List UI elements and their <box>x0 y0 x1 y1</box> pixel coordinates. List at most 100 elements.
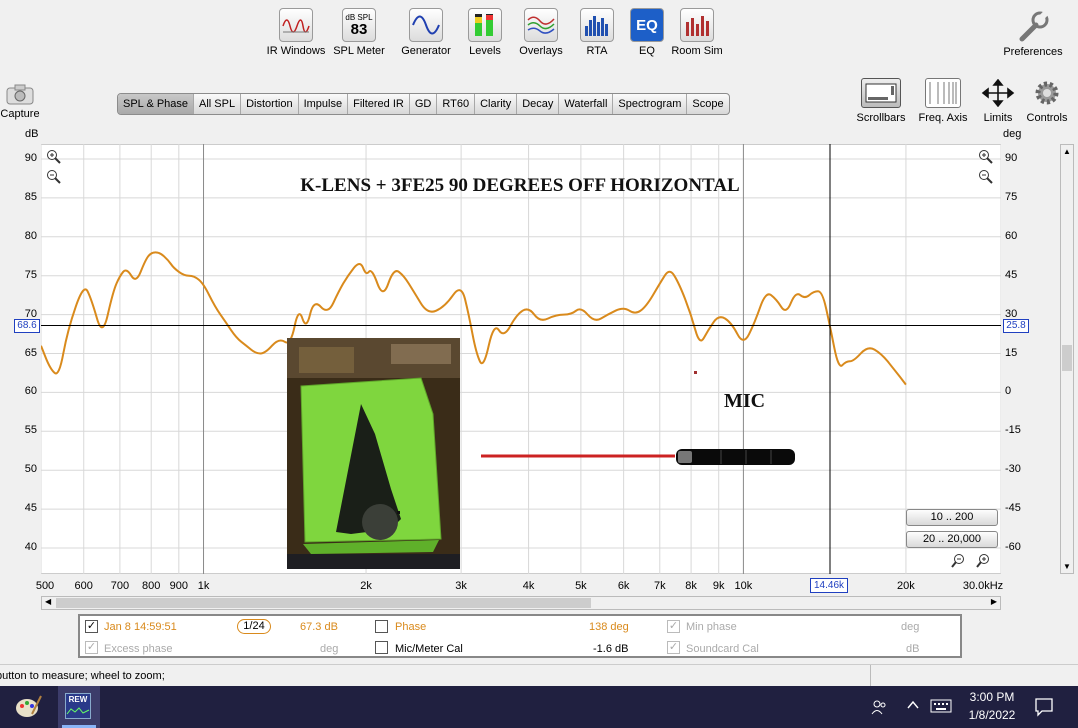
tab-decay[interactable]: Decay <box>517 94 560 114</box>
left-tick-label: 55 <box>24 424 37 437</box>
cursor-right-readout: 25.8 <box>1003 319 1029 333</box>
scroll-right-icon[interactable]: ▶ <box>991 597 997 606</box>
min-phase-checkbox[interactable]: ✓ <box>667 620 680 633</box>
levels-icon <box>468 8 502 42</box>
tab-scope[interactable]: Scope <box>687 94 728 114</box>
mic-meter-cal-value: -1.6 dB <box>593 643 629 655</box>
tab-all-spl[interactable]: All SPL <box>194 94 242 114</box>
soundcard-cal-unit: dB <box>906 643 920 655</box>
soundcard-cal-checkbox[interactable]: ✓ <box>667 641 680 654</box>
people-icon[interactable] <box>870 698 888 719</box>
notification-icon[interactable] <box>1034 697 1054 720</box>
controls-button[interactable]: Controls <box>1024 78 1070 124</box>
soundcard-cal-label: Soundcard Cal <box>686 643 759 655</box>
right-axis-unit: deg <box>1003 128 1022 140</box>
tab-gd[interactable]: GD <box>410 94 438 114</box>
vertical-scrollbar[interactable]: ▲ ▼ <box>1060 144 1074 574</box>
cursor-freq-readout: 14.46k <box>810 578 848 593</box>
tab-filtered-ir[interactable]: Filtered IR <box>348 94 410 114</box>
phase-label: Phase <box>395 621 427 633</box>
x-tick-label: 900 <box>169 580 188 592</box>
paint-app-icon[interactable] <box>14 694 42 723</box>
camera-icon <box>0 80 40 108</box>
right-tick-label: 45 <box>1005 268 1018 281</box>
left-tick-label: 60 <box>24 385 37 398</box>
excess-phase-checkbox[interactable]: ✓ <box>85 641 98 654</box>
mic-meter-cal-label: Mic/Meter Cal <box>395 643 463 655</box>
horizontal-scroll-thumb[interactable] <box>56 598 591 608</box>
cursor-left-readout: 68.6 <box>14 319 40 333</box>
spl-meter-button[interactable]: dB SPL 83 SPL Meter <box>324 6 394 57</box>
limits-label: Limits <box>983 112 1013 124</box>
left-tick-label: 45 <box>24 502 37 515</box>
legend-panel: ✓ Jan 8 14:59:51 1/24 67.3 dB Phase 138 … <box>78 614 962 658</box>
room-sim-button[interactable]: Room Sim <box>662 6 732 57</box>
scroll-down-icon[interactable]: ▼ <box>1063 562 1071 571</box>
measurement-checkbox[interactable]: ✓ <box>85 620 98 633</box>
freq-axis-label: Freq. Axis <box>918 112 968 124</box>
x-tick-label: 8k <box>685 580 697 592</box>
left-tick-label: 85 <box>24 190 37 203</box>
right-tick-label: -30 <box>1005 463 1021 476</box>
spl-graph[interactable]: K-LENS + 3FE25 90 DEGREES OFF HORIZONTAL… <box>41 144 1001 574</box>
tab-impulse[interactable]: Impulse <box>299 94 349 114</box>
x-tick-label: 2k <box>360 580 372 592</box>
scrollbars-button[interactable]: Scrollbars <box>855 78 907 124</box>
x-tick-label: 4k <box>522 580 535 592</box>
clock-time[interactable]: 3:00 PM <box>962 690 1022 704</box>
left-tick-label: 70 <box>24 307 37 320</box>
rew-taskbar-button[interactable]: REW <box>58 686 100 728</box>
scroll-up-icon[interactable]: ▲ <box>1063 147 1071 156</box>
phase-checkbox[interactable] <box>375 620 388 633</box>
tab-rt60[interactable]: RT60 <box>437 94 476 114</box>
status-text: button to measure; wheel to zoom; <box>0 670 165 682</box>
left-tick-label: 90 <box>24 152 37 164</box>
chart-title: K-LENS + 3FE25 90 DEGREES OFF HORIZONTAL <box>300 175 739 196</box>
smoothing-badge[interactable]: 1/24 <box>237 619 271 634</box>
horizontal-scrollbar[interactable]: ◀ ▶ <box>41 596 1001 610</box>
mic-meter-cal-checkbox[interactable] <box>375 641 388 654</box>
tab-clarity[interactable]: Clarity <box>475 94 518 114</box>
tab-spectrogram[interactable]: Spectrogram <box>613 94 688 114</box>
controls-label: Controls <box>1026 112 1068 124</box>
x-tick-label: 600 <box>74 580 93 592</box>
freq-axis-button[interactable]: Freq. Axis <box>915 78 971 124</box>
limits-button[interactable]: Limits <box>978 78 1018 124</box>
excess-phase-label: Excess phase <box>104 643 173 655</box>
left-tick-label: 80 <box>24 229 37 242</box>
range-10-200-button[interactable]: 10 .. 200 <box>906 509 998 526</box>
range-20-20000-button[interactable]: 20 .. 20,000 <box>906 531 998 548</box>
vertical-scroll-thumb[interactable] <box>1062 345 1072 371</box>
right-tick-label: 0 <box>1005 385 1012 398</box>
wrench-icon <box>998 6 1068 46</box>
chevron-up-icon[interactable] <box>906 698 920 715</box>
x-tick-label: 10k <box>734 580 753 592</box>
status-bar: button to measure; wheel to zoom; <box>0 664 1078 687</box>
clock-date[interactable]: 1/8/2022 <box>962 708 1022 722</box>
tab-distortion[interactable]: Distortion <box>241 94 299 114</box>
mic-annotation: MIC <box>724 390 765 412</box>
windows-taskbar: REW 3:00 PM 1/8/2022 <box>0 686 1078 728</box>
left-tick-label: 50 <box>24 463 37 476</box>
graph-tabs: SPL & Phase All SPL Distortion Impulse Filte… <box>117 93 730 115</box>
spl-value: 67.3 dB <box>300 621 338 633</box>
preferences-button[interactable]: Preferences <box>998 6 1068 58</box>
tab-spl-phase[interactable]: SPL & Phase <box>118 94 195 114</box>
x-tick-label: 30.0kHz <box>962 580 1004 592</box>
x-tick-label: 20k <box>897 580 915 592</box>
right-tick-label: -15 <box>1005 424 1021 437</box>
tab-waterfall[interactable]: Waterfall <box>559 94 614 114</box>
left-tick-label: 75 <box>24 268 37 281</box>
measurement-name: Jan 8 14:59:51 <box>104 621 177 633</box>
right-tick-label: -60 <box>1005 541 1021 553</box>
room-sim-icon <box>680 8 714 42</box>
right-tick-label: 60 <box>1005 229 1018 242</box>
left-tick-label: 65 <box>24 346 37 359</box>
x-tick-label: 1k <box>197 580 210 592</box>
scroll-left-icon[interactable]: ◀ <box>45 597 51 606</box>
capture-button[interactable]: Capture <box>0 80 40 120</box>
keyboard-icon[interactable] <box>930 699 952 716</box>
rew-app-icon: REW <box>65 693 91 719</box>
ir-windows-button[interactable]: IR Windows <box>261 6 331 57</box>
x-tick-label: 9k <box>712 580 725 592</box>
